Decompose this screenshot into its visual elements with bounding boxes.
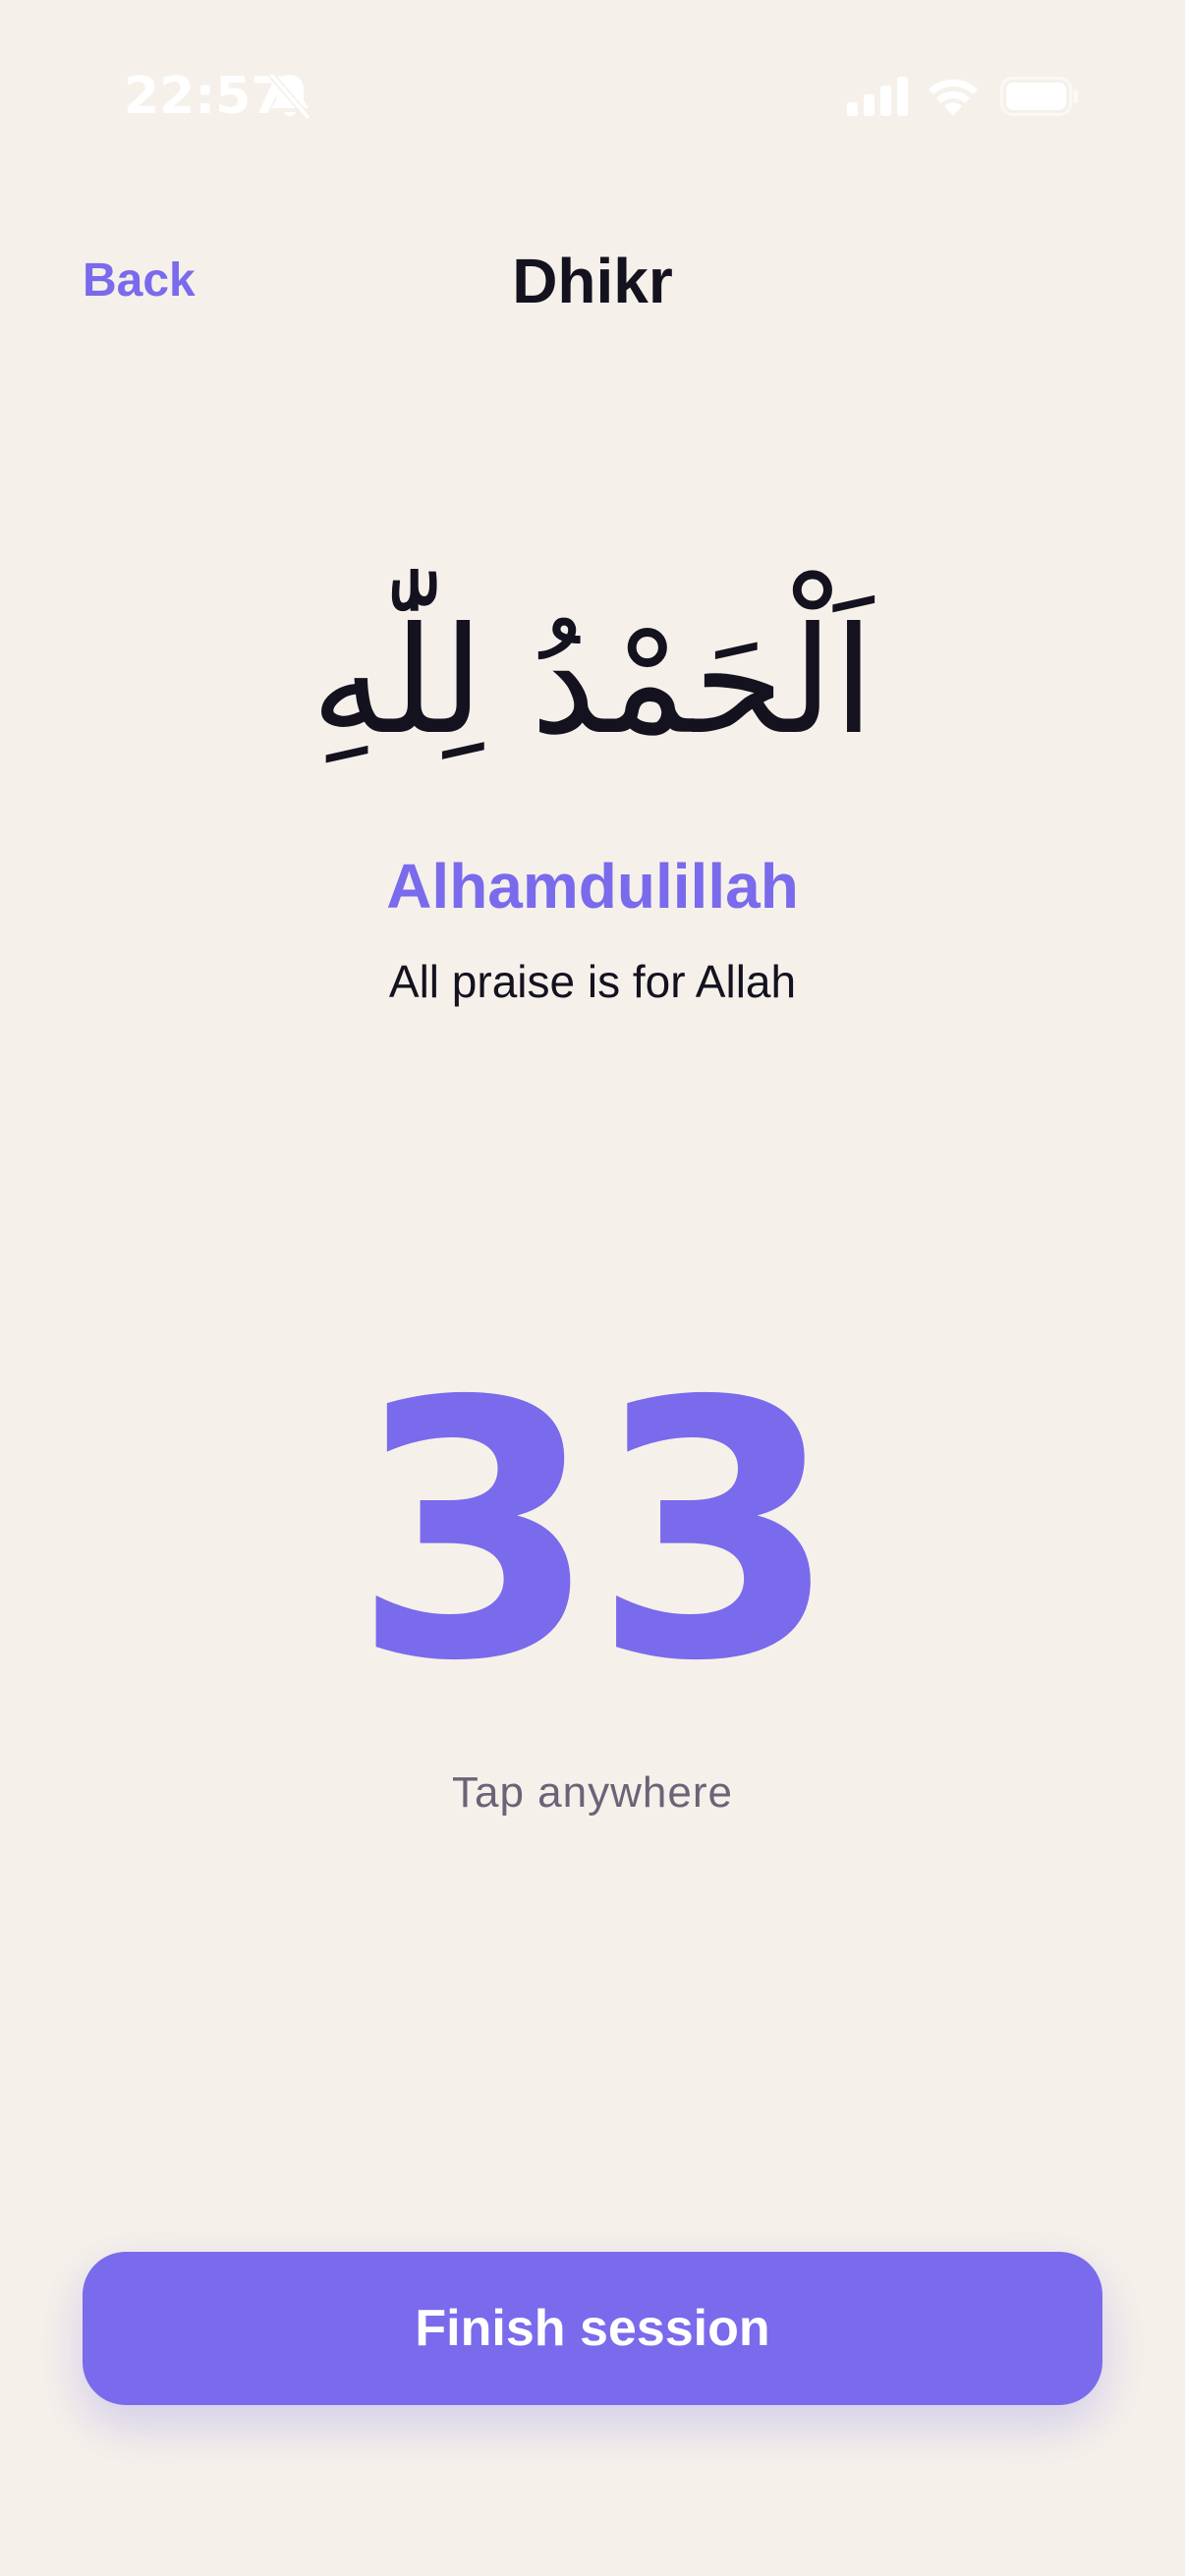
dhikr-arabic-text: اَلْحَمْدُ لِلّٰهِ	[310, 596, 875, 767]
tap-hint: Tap anywhere	[452, 1768, 733, 1817]
dhikr-counter[interactable]: 33	[0, 1346, 1185, 1719]
page-title: Dhikr	[512, 246, 673, 316]
status-time: 22:57	[124, 67, 287, 126]
bell-slash-icon	[268, 72, 311, 121]
dhikr-transliteration: Alhamdulillah	[386, 851, 799, 922]
battery-icon	[1000, 77, 1078, 116]
finish-session-button[interactable]: Finish session	[83, 2252, 1102, 2405]
cellular-signal-icon	[847, 77, 908, 116]
wifi-icon	[929, 79, 978, 116]
finish-session-label: Finish session	[415, 2300, 770, 2357]
status-bar: 22:57	[0, 0, 1185, 196]
navigation-bar: Back Dhikr	[0, 232, 1185, 330]
dhikr-translation: All praise is for Allah	[388, 956, 797, 1007]
